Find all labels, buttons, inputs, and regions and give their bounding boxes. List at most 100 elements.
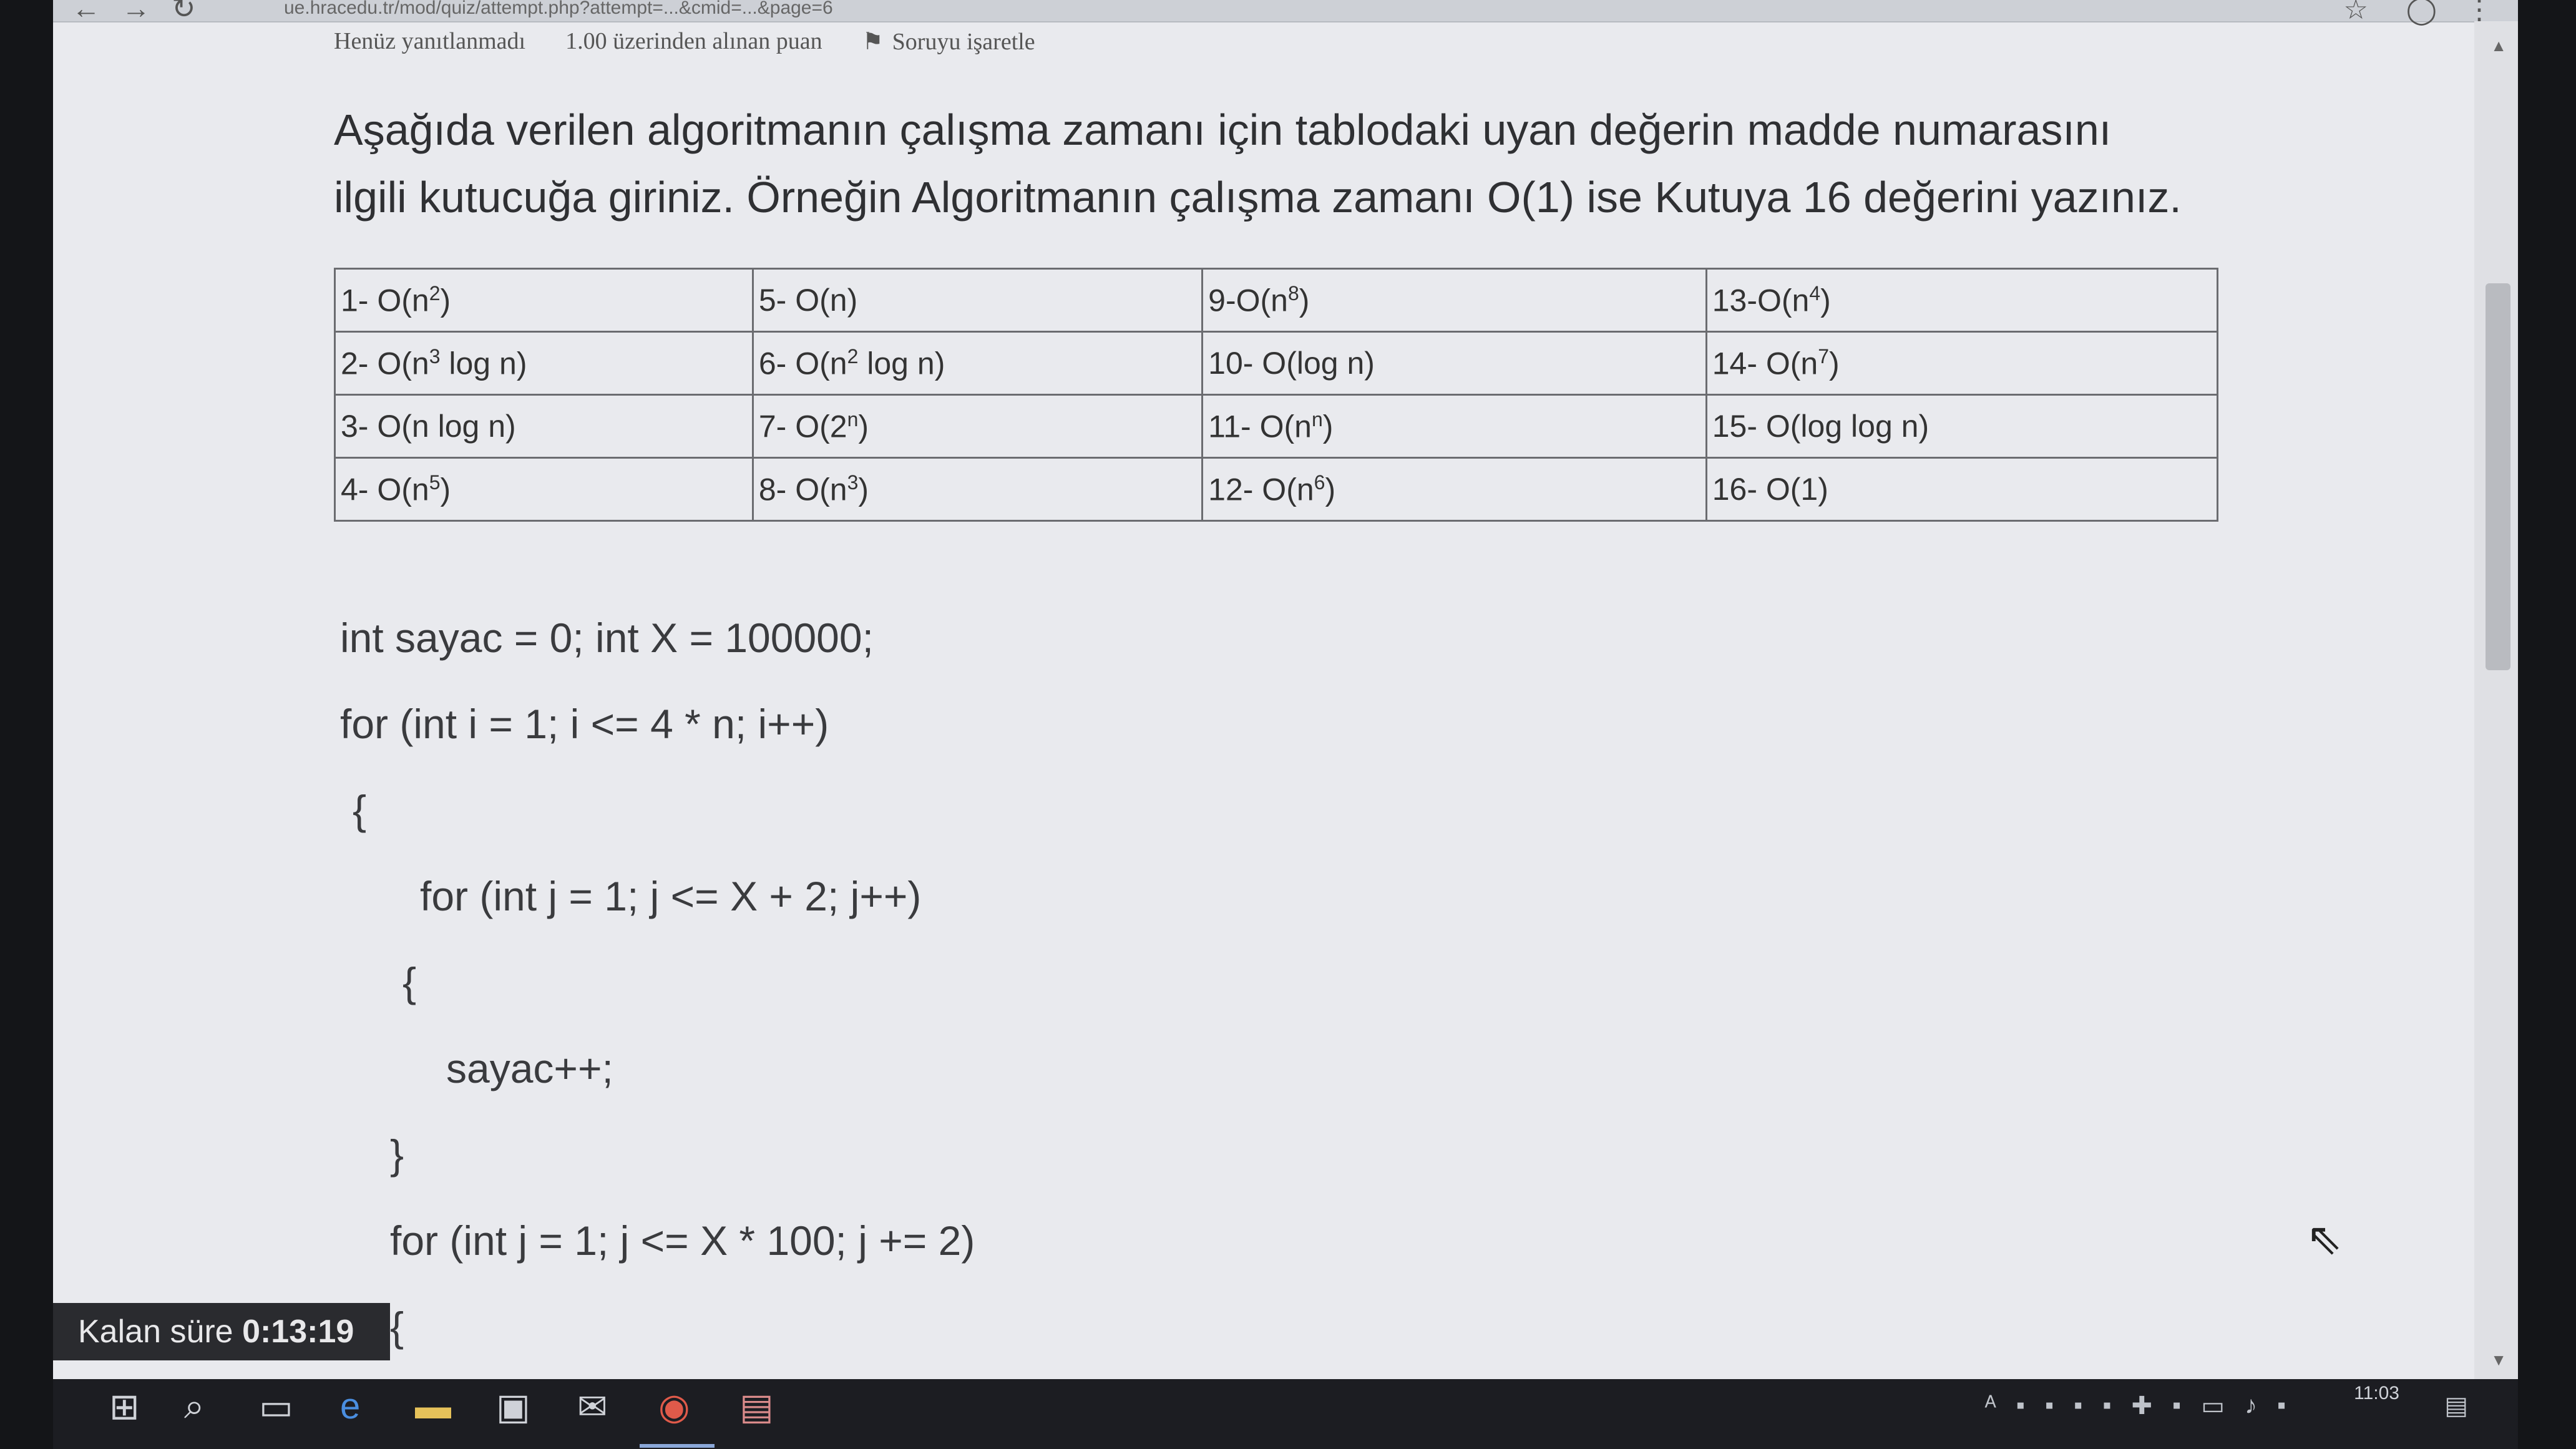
cell-text: 10- O(log n)	[1208, 346, 1375, 381]
cell-text: 3- O(n log n)	[341, 409, 516, 444]
mail-icon[interactable]: ✉	[577, 1385, 608, 1428]
question-info: Henüz yanıtlanmadı 1.00 üzerinden alınan…	[334, 27, 1035, 56]
cell-text: 2- O(n	[341, 346, 429, 381]
store-icon[interactable]: ▣	[496, 1385, 530, 1428]
tray-app-icon[interactable]: ▪	[2045, 1392, 2054, 1420]
scroll-down-icon[interactable]: ▼	[2491, 1350, 2507, 1370]
cell-exponent: 7	[1818, 344, 1830, 368]
security-icon[interactable]: ✚	[2132, 1392, 2153, 1420]
table-cell: 12- O(n6)	[1201, 457, 1707, 522]
app-icon[interactable]: ▤	[739, 1385, 774, 1428]
table-cell: 11- O(nn)	[1201, 394, 1707, 459]
cell-text: 12- O(n	[1208, 472, 1314, 507]
code-line: for (int j = 1; j <= X + 2; j++)	[420, 873, 922, 919]
cell-exponent: n	[1311, 407, 1323, 431]
cell-text: log n)	[440, 346, 527, 381]
cell-text: 16- O(1)	[1712, 472, 1828, 507]
table-cell: 2- O(n3 log n)	[334, 331, 754, 396]
table-cell: 8- O(n3)	[751, 457, 1204, 522]
table-cell: 15- O(log log n)	[1705, 394, 2219, 459]
cell-text: )	[858, 472, 869, 507]
code-line: for (int i = 1; i <= 4 * n; i++)	[340, 701, 829, 747]
cell-text: 11- O(n	[1208, 409, 1312, 444]
code-line: }	[390, 1131, 404, 1178]
flag-icon: ⚑	[862, 29, 884, 55]
quiz-page: Henüz yanıtlanmadı 1.00 üzerinden alınan…	[53, 21, 2474, 1379]
table-row: 1- O(n2) 5- O(n) 9-O(n8) 13-O(n4)	[334, 268, 2219, 333]
cell-text: )	[1322, 409, 1334, 444]
table-cell: 14- O(n7)	[1705, 331, 2219, 396]
code-line: for (int j = 1; j <= X * 100; j += 2)	[390, 1217, 975, 1264]
table-cell: 6- O(n2 log n)	[751, 331, 1204, 396]
cell-text: 9-O(n	[1208, 283, 1288, 318]
people-icon[interactable]: ᴬ	[1985, 1392, 1996, 1420]
tray-app-icon[interactable]: ▪	[2102, 1392, 2111, 1420]
windows-start-icon[interactable]: ⊞	[109, 1385, 140, 1428]
scrollbar-thumb[interactable]	[2486, 283, 2510, 670]
question-text: Aşağıda verilen algoritmanın çalışma zam…	[334, 96, 2393, 231]
cell-text: 15- O(log log n)	[1712, 409, 1930, 444]
table-row: 2- O(n3 log n) 6- O(n2 log n) 10- O(log n)…	[334, 331, 2219, 396]
question-line-1: Aşağıda verilen algoritmanın çalışma zam…	[334, 105, 2112, 154]
cell-exponent: 3	[847, 471, 859, 494]
cell-exponent: 2	[429, 281, 441, 305]
tray-app-icon[interactable]: ▪	[2172, 1392, 2181, 1420]
table-cell: 5- O(n)	[751, 268, 1204, 333]
address-bar[interactable]: ue.hracedu.tr/mod/quiz/attempt.php?attem…	[284, 0, 833, 19]
cell-text: 4- O(n	[341, 472, 429, 507]
cell-text: 7- O(2	[758, 409, 847, 444]
timer-label: Kalan süre	[78, 1314, 233, 1350]
tray-app-icon[interactable]: ▪	[2074, 1392, 2082, 1420]
cell-text: )	[1829, 346, 1840, 381]
cell-text: )	[440, 472, 451, 507]
code-line: {	[353, 787, 367, 833]
code-line: int sayac = 0; int X = 100000;	[340, 615, 874, 661]
notifications-icon[interactable]: ▤	[2444, 1392, 2468, 1420]
tray-app-icon[interactable]: ▪	[2016, 1392, 2025, 1420]
table-cell: 7- O(2n)	[751, 394, 1204, 459]
cell-exponent: 4	[1809, 281, 1821, 305]
question-status: Henüz yanıtlanmadı	[334, 28, 526, 54]
table-row: 4- O(n5) 8- O(n3) 12- O(n6) 16- O(1)	[334, 457, 2219, 522]
network-icon[interactable]: ▭	[2201, 1392, 2225, 1420]
cell-exponent: 3	[429, 344, 441, 368]
cell-text: 13-O(n	[1712, 283, 1810, 318]
scroll-up-icon[interactable]: ▲	[2491, 36, 2507, 56]
table-cell: 16- O(1)	[1705, 457, 2219, 522]
code-line: {	[390, 1304, 404, 1350]
search-icon[interactable]: ⌕	[184, 1385, 204, 1428]
timer-value: 0:13:19	[242, 1314, 354, 1350]
table-cell: 3- O(n log n)	[334, 394, 754, 459]
taskbar-clock[interactable]: 11:03	[2354, 1383, 2399, 1404]
cell-exponent: 6	[1314, 471, 1325, 494]
monitor-screen: ← → ↻ ue.hracedu.tr/mod/quiz/attempt.php…	[53, 0, 2518, 1379]
cell-exponent: 8	[1287, 281, 1299, 305]
cell-text: 5- O(n)	[758, 283, 858, 318]
active-app-indicator	[640, 1444, 715, 1448]
code-line: sayac++;	[446, 1045, 613, 1091]
cell-exponent: 2	[847, 344, 859, 368]
cell-text: )	[440, 283, 451, 318]
file-explorer-icon[interactable]: ▬	[415, 1385, 451, 1427]
page-scrollbar[interactable]: ▲ ▼	[2474, 21, 2518, 1379]
volume-icon[interactable]: ♪	[2245, 1392, 2257, 1420]
table-cell: 13-O(n4)	[1705, 268, 2219, 333]
table-cell: 1- O(n2)	[334, 268, 754, 333]
table-row: 3- O(n log n) 7- O(2n) 11- O(nn) 15- O(log …	[334, 394, 2219, 459]
cell-text: 14- O(n	[1712, 346, 1818, 381]
windows-taskbar: ⊞ ⌕ ▭ e ▬ ▣ ✉ ◉ ▤ ᴬ ▪ ▪ ▪ ▪ ✚ ▪ ▭ ♪ ▪ ▤ …	[53, 1379, 2518, 1449]
question-line-2: ilgili kutucuğa giriniz. Örneğin Algorit…	[334, 173, 2182, 222]
flag-question-link[interactable]: ⚑ Soruyu işaretle	[862, 27, 1035, 56]
table-cell: 10- O(log n)	[1201, 331, 1707, 396]
cell-text: 6- O(n	[758, 346, 847, 381]
tray-app-icon[interactable]: ▪	[2277, 1392, 2286, 1420]
cell-text: )	[1325, 472, 1336, 507]
clock-time: 11:03	[2354, 1383, 2399, 1403]
cell-text: )	[1299, 283, 1310, 318]
edge-browser-icon[interactable]: e	[340, 1385, 360, 1427]
cell-exponent: 5	[429, 471, 441, 494]
task-view-icon[interactable]: ▭	[259, 1385, 293, 1428]
chrome-icon[interactable]: ◉	[658, 1385, 690, 1428]
code-line: {	[402, 959, 417, 1005]
cell-text: )	[1820, 283, 1831, 318]
